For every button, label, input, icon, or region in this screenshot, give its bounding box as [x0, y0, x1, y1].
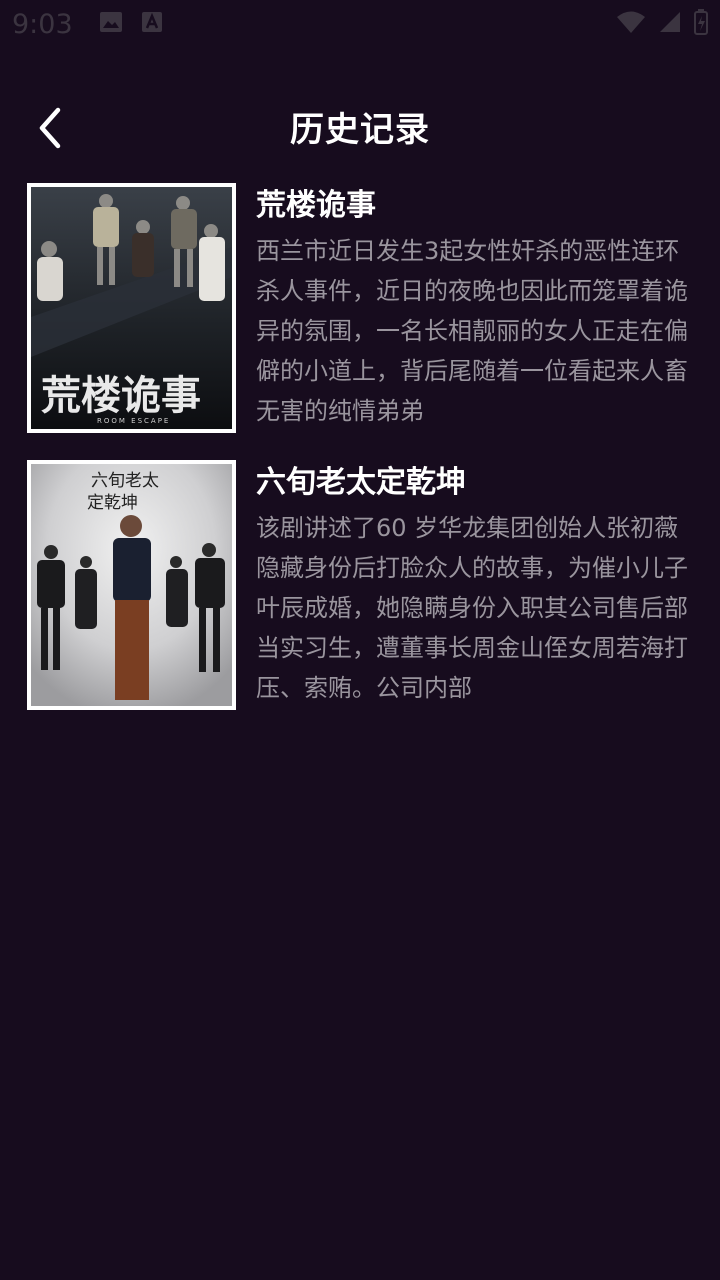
- signal-icon: [658, 10, 682, 38]
- poster-subtitle-art: ROOM ESCAPE: [97, 417, 170, 425]
- item-title: 荒楼诡事: [256, 188, 376, 223]
- history-item[interactable]: 荒楼诡事 ROOM ESCAPE 荒楼诡事 西兰市近日发生3起女性奸杀的恶性连环…: [27, 183, 697, 433]
- poster-title-line2: 定乾坤: [87, 493, 138, 513]
- poster-image[interactable]: 荒楼诡事 ROOM ESCAPE: [27, 183, 236, 433]
- item-description: 该剧讲述了60 岁华龙集团创始人张初薇隐藏身份后打脸众人的故事，为催小儿子叶辰成…: [256, 514, 688, 702]
- poster-title-art: 荒楼诡事: [41, 372, 201, 419]
- wifi-icon: [616, 10, 646, 38]
- poster-image[interactable]: 六旬老太 定乾坤: [27, 460, 236, 710]
- page-title: 历史记录: [290, 110, 430, 150]
- history-item[interactable]: 六旬老太 定乾坤 六旬老太定乾坤 该剧讲述了60 岁华龙集团创始人张初薇隐藏身份…: [27, 460, 697, 710]
- status-bar: 9:03: [0, 0, 720, 48]
- image-icon: [99, 10, 123, 38]
- battery-icon: [694, 9, 708, 39]
- item-description: 西兰市近日发生3起女性奸杀的恶性连环杀人事件，近日的夜晚也因此而笼罩着诡异的氛围…: [256, 237, 688, 425]
- top-bar: 历史记录: [0, 88, 720, 164]
- history-list: 荒楼诡事 ROOM ESCAPE 荒楼诡事 西兰市近日发生3起女性奸杀的恶性连环…: [27, 183, 697, 737]
- item-title: 六旬老太定乾坤: [256, 465, 466, 500]
- font-icon: [141, 10, 163, 38]
- status-time: 9:03: [12, 8, 73, 40]
- poster-title-line1: 六旬老太: [91, 471, 159, 491]
